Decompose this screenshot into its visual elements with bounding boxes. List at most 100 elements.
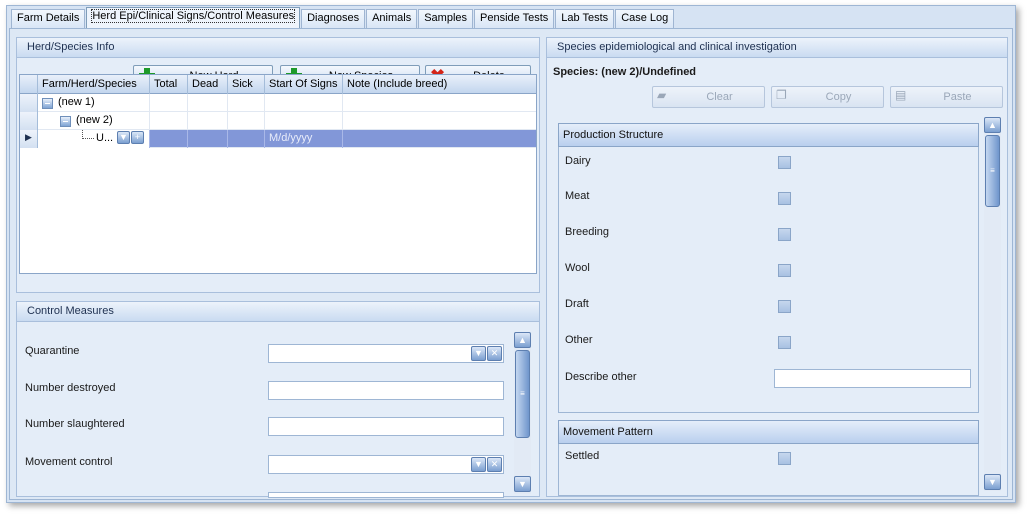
production-structure-body: Dairy Meat Breeding Wool Draft Other Des… xyxy=(558,147,979,413)
paste-label: Paste xyxy=(943,91,972,103)
cell-sick[interactable] xyxy=(228,130,265,148)
movement-control-select[interactable]: ▼ ✕ xyxy=(268,455,504,474)
tab-label: Lab Tests xyxy=(561,12,609,24)
movement-pattern-title: Movement Pattern xyxy=(558,420,979,444)
clear-button[interactable]: ▰ Clear xyxy=(652,86,765,108)
cell-dead[interactable] xyxy=(188,94,228,112)
tab-label: Animals xyxy=(372,12,412,24)
copy-button[interactable]: ❐ Copy xyxy=(771,86,884,108)
clear-x-icon[interactable]: ✕ xyxy=(487,457,502,472)
col-sick[interactable]: Sick xyxy=(228,75,265,94)
breeding-checkbox[interactable] xyxy=(778,228,791,241)
grid-header: Farm/Herd/Species Total Dead Sick Start … xyxy=(20,75,536,94)
wool-label: Wool xyxy=(565,262,590,274)
tab-label: Diagnoses xyxy=(307,12,360,24)
scroll-down-icon[interactable]: ▼ xyxy=(984,474,1001,490)
eraser-icon: ▰ xyxy=(657,88,667,102)
chevron-down-icon[interactable]: ▼ xyxy=(471,346,486,361)
paste-icon: ▤ xyxy=(895,88,907,102)
chevron-down-icon[interactable]: ▼ xyxy=(117,131,130,144)
tab-animals[interactable]: Animals xyxy=(366,9,418,28)
draft-checkbox[interactable] xyxy=(778,300,791,313)
copy-label: Copy xyxy=(825,91,852,103)
current-row-arrow-icon: ▶ xyxy=(25,132,32,142)
table-row-selected[interactable]: ▶ U... ▼ + M/d/yyyy xyxy=(20,130,536,148)
tree-node-label: (new 2) xyxy=(72,112,150,130)
wool-checkbox[interactable] xyxy=(778,264,791,277)
dairy-checkbox[interactable] xyxy=(778,156,791,169)
cell-note[interactable] xyxy=(343,112,536,130)
cell-start-of-signs[interactable] xyxy=(265,94,343,112)
col-note[interactable]: Note (Include breed) xyxy=(343,75,536,94)
species-panel-scrollbar[interactable]: ▲ ≡ ▼ xyxy=(984,117,1001,491)
tab-farm-details[interactable]: Farm Details xyxy=(11,9,86,28)
tab-penside-tests[interactable]: Penside Tests xyxy=(474,9,555,28)
quarantine-select[interactable]: ▼ ✕ xyxy=(268,344,504,363)
species-combo-cell[interactable]: U... ▼ + xyxy=(38,130,150,148)
cell-note[interactable] xyxy=(343,130,536,148)
settled-checkbox[interactable] xyxy=(778,452,791,465)
collapse-icon[interactable] xyxy=(60,116,71,127)
tab-samples[interactable]: Samples xyxy=(418,9,473,28)
tab-label: Farm Details xyxy=(17,12,80,24)
movement-control-label: Movement control xyxy=(25,456,113,468)
breeding-label: Breeding xyxy=(565,226,610,238)
paste-button[interactable]: ▤ Paste xyxy=(890,86,1003,108)
row-indicator: ▶ xyxy=(20,130,38,148)
tree-line xyxy=(82,130,94,139)
scroll-thumb[interactable]: ≡ xyxy=(985,135,1000,207)
scroll-down-icon[interactable]: ▼ xyxy=(514,476,531,492)
control-measures-scrollbar[interactable]: ▲ ≡ ▼ xyxy=(514,332,531,494)
describe-other-label: Describe other xyxy=(565,371,637,383)
cell-total[interactable] xyxy=(150,94,188,112)
describe-other-input[interactable] xyxy=(774,369,971,388)
copy-icon: ❐ xyxy=(776,88,787,102)
chevron-down-icon[interactable]: ▼ xyxy=(471,457,486,472)
cell-note[interactable] xyxy=(343,94,536,112)
other-checkbox[interactable] xyxy=(778,336,791,349)
scroll-thumb[interactable]: ≡ xyxy=(515,350,530,438)
cell-total[interactable] xyxy=(150,130,188,148)
tab-label: Samples xyxy=(424,12,467,24)
tab-label: Herd Epi/Clinical Signs/Control Measures xyxy=(91,9,296,23)
number-slaughtered-label: Number slaughtered xyxy=(25,418,125,430)
herd-species-panel: Herd/Species Info New Herd New Species ✖… xyxy=(16,37,540,293)
col-total[interactable]: Total xyxy=(150,75,188,94)
scroll-up-icon[interactable]: ▲ xyxy=(514,332,531,348)
table-row[interactable]: (new 2) xyxy=(20,112,536,130)
collapse-icon[interactable] xyxy=(42,98,53,109)
tab-lab-tests[interactable]: Lab Tests xyxy=(555,9,615,28)
cell-dead[interactable] xyxy=(188,130,228,148)
add-icon[interactable]: + xyxy=(131,131,144,144)
clear-x-icon[interactable]: ✕ xyxy=(487,346,502,361)
quarantine-label: Quarantine xyxy=(25,345,80,357)
row-indicator xyxy=(20,112,38,130)
settled-label: Settled xyxy=(565,450,600,462)
cell-sick[interactable] xyxy=(228,112,265,130)
cell-start-of-signs[interactable]: M/d/yyyy xyxy=(265,130,343,148)
app-window: Farm Details Herd Epi/Clinical Signs/Con… xyxy=(6,5,1016,503)
number-destroyed-input[interactable] xyxy=(268,381,504,400)
tab-diagnoses[interactable]: Diagnoses xyxy=(301,9,366,28)
col-farm-herd-species[interactable]: Farm/Herd/Species xyxy=(38,75,150,94)
species-investigation-title: Species epidemiological and clinical inv… xyxy=(547,38,1007,58)
cell-dead[interactable] xyxy=(188,112,228,130)
meat-label: Meat xyxy=(565,190,590,202)
tab-case-log[interactable]: Case Log xyxy=(615,9,675,28)
meat-checkbox[interactable] xyxy=(778,192,791,205)
col-dead[interactable]: Dead xyxy=(188,75,228,94)
cell-sick[interactable] xyxy=(228,94,265,112)
next-field-partial[interactable] xyxy=(268,492,504,498)
tree-node-label: (new 1) xyxy=(54,94,150,112)
dairy-label: Dairy xyxy=(565,155,591,167)
cell-total[interactable] xyxy=(150,112,188,130)
production-structure-title: Production Structure xyxy=(558,123,979,147)
cell-start-of-signs[interactable] xyxy=(265,112,343,130)
scroll-up-icon[interactable]: ▲ xyxy=(984,117,1001,133)
col-start-of-signs[interactable]: Start Of Signs xyxy=(265,75,343,94)
clear-label: Clear xyxy=(706,91,733,103)
tab-herd-epi[interactable]: Herd Epi/Clinical Signs/Control Measures xyxy=(86,7,301,28)
number-slaughtered-input[interactable] xyxy=(268,417,504,436)
table-row[interactable]: (new 1) xyxy=(20,94,536,112)
herd-species-grid[interactable]: Farm/Herd/Species Total Dead Sick Start … xyxy=(19,74,537,274)
